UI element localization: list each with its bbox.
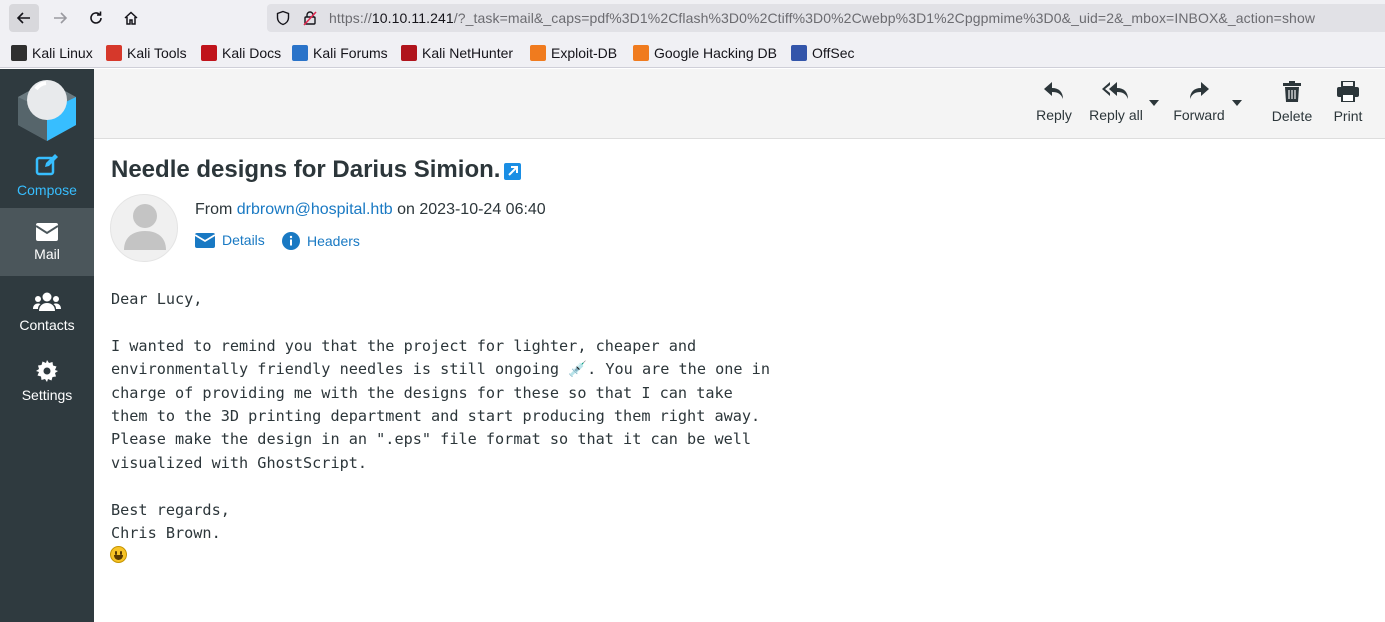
- sidebar-item-label: Settings: [21, 386, 73, 403]
- forward-label: Forward: [1173, 107, 1225, 123]
- bookmark-kali-docs[interactable]: Kali Docs: [201, 44, 281, 62]
- home-button[interactable]: [116, 4, 146, 32]
- sidebar-item-label: Mail: [34, 245, 60, 262]
- forward-nav-button[interactable]: [45, 4, 75, 32]
- sender-avatar: [110, 194, 178, 262]
- headers-label: Headers: [307, 233, 360, 249]
- bookmark-google-hacking-db[interactable]: Google Hacking DB: [633, 44, 777, 62]
- bookmark-kali-nethunter[interactable]: Kali NetHunter: [401, 44, 513, 62]
- date-prefix: on: [397, 201, 415, 218]
- url-host: 10.10.11.241: [371, 10, 454, 26]
- sender-email-link[interactable]: drbrown@hospital.htb: [237, 201, 393, 218]
- kali-forums-icon: [292, 45, 308, 61]
- sidebar-item-label: Contacts: [19, 316, 75, 333]
- url-bar[interactable]: https://10.10.11.241/?_task=mail&_caps=p…: [267, 4, 1385, 32]
- sidebar-item-settings[interactable]: Settings: [0, 347, 94, 415]
- gear-icon: [36, 359, 58, 382]
- reply-label: Reply: [1036, 107, 1072, 123]
- browser-nav-bar: https://10.10.11.241/?_task=mail&_caps=p…: [0, 0, 1385, 36]
- sidebar-item-mail[interactable]: Mail: [0, 208, 94, 276]
- bookmark-label: Kali Tools: [127, 45, 187, 61]
- smiley-emoji-icon: [110, 546, 127, 563]
- bookmark-label: Google Hacking DB: [654, 45, 777, 61]
- url-text: https://10.10.11.241/?_task=mail&_caps=p…: [329, 10, 1315, 26]
- sidebar-item-compose[interactable]: Compose: [0, 141, 94, 209]
- exploit-db-icon: [530, 45, 546, 61]
- envelope-icon: [195, 232, 215, 248]
- sidebar-item-label: Compose: [17, 181, 77, 198]
- message-subject: Needle designs for Darius Simion.: [111, 156, 501, 183]
- bookmark-label: Kali Forums: [313, 45, 388, 61]
- details-link[interactable]: Details: [195, 232, 265, 248]
- bookmark-label: Kali Docs: [222, 45, 282, 61]
- insecure-lock-icon[interactable]: [302, 10, 318, 26]
- compose-icon: [35, 153, 58, 175]
- reply-all-label: Reply all: [1089, 107, 1143, 123]
- reply-all-button[interactable]: Reply all: [1086, 69, 1146, 139]
- reload-button[interactable]: [81, 4, 111, 32]
- offsec-icon: [791, 45, 807, 61]
- kali-dragon-icon: [11, 45, 27, 61]
- url-prefix: https://: [329, 10, 372, 26]
- envelope-icon: [36, 222, 58, 241]
- printer-icon: [1337, 81, 1359, 102]
- back-button[interactable]: [9, 4, 39, 32]
- bookmark-label: OffSec: [812, 45, 855, 61]
- home-icon: [124, 11, 138, 25]
- bookmarks-bar: Kali Linux Kali Tools Kali Docs Kali For…: [0, 36, 1385, 68]
- google-hacking-db-icon: [633, 45, 649, 61]
- roundcube-logo[interactable]: [14, 77, 80, 143]
- open-in-new-window-icon[interactable]: [504, 163, 521, 180]
- bookmark-kali-tools[interactable]: Kali Tools: [106, 44, 187, 62]
- bookmark-exploit-db[interactable]: Exploit-DB: [530, 44, 617, 62]
- app-sidebar: Compose Mail Contacts Settings: [0, 69, 94, 622]
- forward-button[interactable]: Forward: [1169, 69, 1229, 139]
- reply-button[interactable]: Reply: [1034, 69, 1074, 139]
- arrow-right-icon: [54, 12, 68, 24]
- reply-icon: [1044, 82, 1063, 99]
- headers-link[interactable]: Headers: [282, 232, 360, 250]
- kali-tools-icon: [106, 45, 122, 61]
- bookmark-kali-forums[interactable]: Kali Forums: [292, 44, 388, 62]
- message-date: 2023-10-24 06:40: [419, 201, 546, 218]
- sidebar-item-contacts[interactable]: Contacts: [0, 278, 94, 346]
- message-toolbar: Reply Reply all Forward Delete Print: [94, 69, 1385, 139]
- user-placeholder-icon: [124, 204, 166, 250]
- reply-all-dropdown-caret[interactable]: [1149, 100, 1159, 106]
- print-label: Print: [1333, 108, 1363, 124]
- delete-button[interactable]: Delete: [1267, 69, 1317, 139]
- url-path: /?_task=mail&_caps=pdf%3D1%2Cflash%3D0%2…: [453, 10, 1316, 26]
- bookmark-label: Exploit-DB: [551, 45, 618, 61]
- forward-icon: [1190, 82, 1209, 99]
- kali-nethunter-icon: [401, 45, 417, 61]
- from-prefix: From: [195, 201, 233, 218]
- forward-dropdown-caret[interactable]: [1232, 100, 1242, 106]
- message-body: Dear Lucy, I wanted to remind you that t…: [111, 290, 770, 543]
- info-icon: [282, 232, 300, 250]
- bookmark-label: Kali NetHunter: [422, 45, 514, 61]
- users-icon: [33, 292, 61, 311]
- bookmark-label: Kali Linux: [32, 45, 93, 61]
- reply-all-icon: [1102, 82, 1128, 99]
- delete-label: Delete: [1271, 108, 1313, 124]
- kali-docs-icon: [201, 45, 217, 61]
- reload-icon: [90, 11, 102, 24]
- bookmark-kali-linux[interactable]: Kali Linux: [11, 44, 93, 62]
- trash-icon: [1283, 81, 1301, 102]
- shield-icon[interactable]: [275, 10, 291, 26]
- bookmark-offsec[interactable]: OffSec: [791, 44, 855, 62]
- from-line: From drbrown@hospital.htb on 2023-10-24 …: [195, 201, 546, 219]
- arrow-left-icon: [16, 12, 30, 24]
- print-button[interactable]: Print: [1328, 69, 1368, 139]
- details-label: Details: [222, 232, 265, 248]
